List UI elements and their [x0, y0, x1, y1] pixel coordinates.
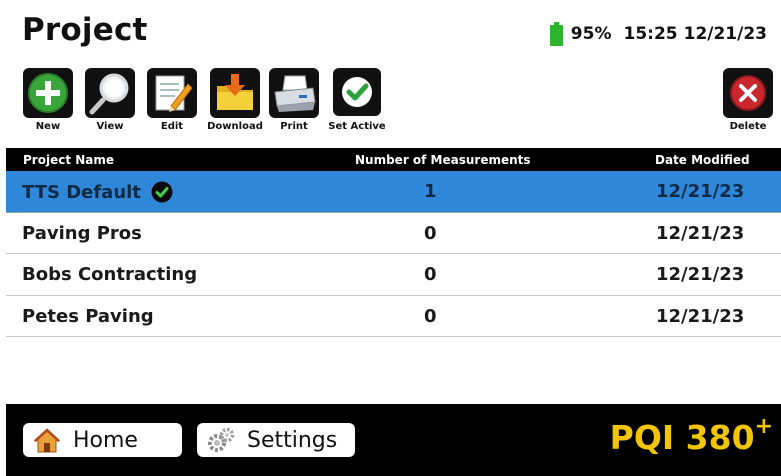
- house-icon: [33, 428, 61, 453]
- date-modified: 12/21/23: [656, 222, 745, 244]
- column-header-project-name[interactable]: Project Name: [23, 153, 114, 167]
- download-label: Download: [207, 121, 263, 132]
- measurement-count: 0: [424, 264, 437, 285]
- x-circle-icon: [723, 68, 773, 118]
- battery-percent: 95%: [570, 24, 612, 44]
- table-row[interactable]: Petes Paving 0 12/21/23: [6, 296, 781, 337]
- new-button[interactable]: New: [21, 68, 75, 132]
- clock-date: 12/21/23: [683, 24, 767, 44]
- home-button[interactable]: Home: [23, 423, 182, 457]
- battery-icon: [549, 22, 563, 46]
- magnifier-icon: [85, 68, 135, 118]
- print-button[interactable]: Print: [267, 68, 321, 132]
- date-modified: 12/21/23: [656, 264, 745, 285]
- printer-icon: [269, 68, 319, 118]
- active-check-icon: [151, 181, 173, 203]
- page-title: Project: [22, 12, 148, 48]
- plus-circle-icon: [23, 68, 73, 118]
- print-label: Print: [280, 121, 308, 132]
- bottom-bar: Home Settings PQI 380+: [6, 404, 781, 476]
- table-row[interactable]: TTS Default 1 12/21/23: [6, 171, 781, 213]
- folder-download-icon: [210, 68, 260, 118]
- table-row[interactable]: Paving Pros 0 12/21/23: [6, 213, 781, 254]
- measurement-count: 0: [424, 305, 437, 327]
- delete-label: Delete: [729, 121, 767, 132]
- download-button[interactable]: Download: [206, 68, 264, 132]
- table-row[interactable]: Bobs Contracting 0 12/21/23: [6, 254, 781, 296]
- view-label: View: [96, 121, 124, 132]
- home-label: Home: [73, 427, 138, 453]
- notepad-pencil-icon: [147, 68, 197, 118]
- project-name: Paving Pros: [22, 222, 142, 244]
- date-modified: 12/21/23: [656, 181, 745, 202]
- settings-label: Settings: [247, 427, 338, 453]
- table-header: Project Name Number of Measurements Date…: [6, 148, 781, 171]
- gears-icon: [208, 427, 235, 452]
- column-header-measurements[interactable]: Number of Measurements: [355, 153, 531, 167]
- delete-button[interactable]: Delete: [721, 68, 775, 132]
- project-name: TTS Default: [22, 181, 141, 203]
- project-name: Bobs Contracting: [22, 264, 198, 285]
- date-modified: 12/21/23: [656, 305, 745, 327]
- app-window: Project 95% 15:25 12/21/23 New View Edit…: [0, 0, 781, 476]
- status-bar: 95% 15:25 12/21/23: [549, 22, 767, 46]
- measurement-count: 1: [424, 181, 437, 202]
- project-name: Petes Paving: [22, 305, 154, 327]
- clock-time: 15:25: [623, 24, 678, 44]
- measurement-count: 0: [424, 222, 437, 244]
- column-header-date-modified[interactable]: Date Modified: [655, 153, 750, 167]
- set-active-button[interactable]: Set Active: [328, 68, 386, 132]
- new-label: New: [35, 121, 61, 132]
- project-table: TTS Default 1 12/21/23 Paving Pros 0 12/…: [6, 171, 781, 337]
- set-active-label: Set Active: [328, 121, 386, 132]
- edit-label: Edit: [160, 121, 184, 132]
- check-circle-icon: [333, 68, 381, 116]
- edit-button[interactable]: Edit: [145, 68, 199, 132]
- settings-button[interactable]: Settings: [197, 423, 355, 457]
- brand-logo: PQI 380+: [609, 414, 773, 457]
- view-button[interactable]: View: [83, 68, 137, 132]
